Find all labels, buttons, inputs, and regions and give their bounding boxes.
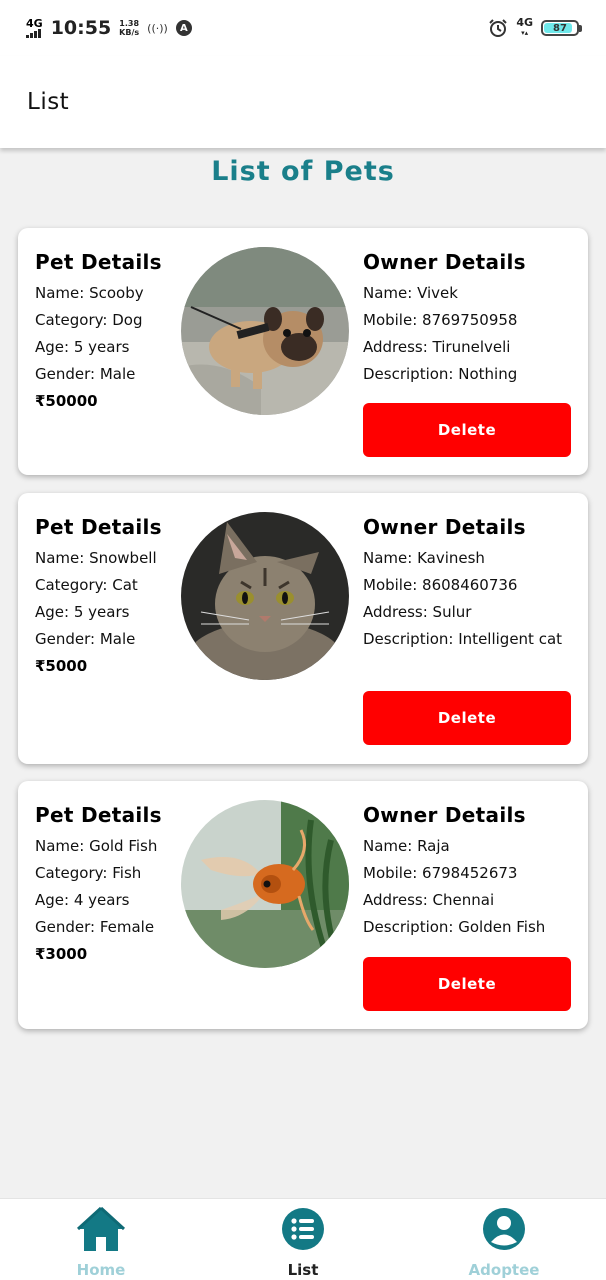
pet-card: Pet Details Name: Scooby Category: Dog A… [18,228,588,475]
network-speed-value: 1.38 [119,19,140,28]
nav-adoptee[interactable]: Adoptee [434,1199,574,1280]
mobile-data-label: 4G [516,16,533,29]
pet-price: ₹3000 [35,945,88,963]
nav-home[interactable]: Home [31,1199,171,1280]
pet-age: Age: 5 years [35,603,130,621]
owner-name: Name: Kavinesh [363,549,485,567]
nav-adoptee-label: Adoptee [468,1261,540,1279]
pet-details: Pet Details Name: Gold Fish Category: Fi… [35,803,185,967]
owner-mobile: Mobile: 8769750958 [363,311,518,329]
network-speed: 1.38 KB/s [119,19,139,37]
pet-name: Name: Snowbell [35,549,157,567]
data-arrows-icon: ▾▴ [521,29,529,37]
owner-name: Name: Raja [363,837,450,855]
nav-list-label: List [287,1261,319,1279]
app-header: List [0,56,606,148]
cat-photo-image [181,512,349,680]
owner-description: Description: Golden Fish [363,918,546,936]
owner-description: Description: Intelligent cat [363,630,563,648]
battery-level: 87 [553,22,567,34]
battery-indicator: 87 [541,20,582,36]
owner-details-heading: Owner Details [363,515,526,539]
pet-details: Pet Details Name: Scooby Category: Dog A… [35,250,185,414]
pet-age: Age: 5 years [35,338,130,356]
delete-button[interactable]: Delete [363,957,571,1011]
pet-details-heading: Pet Details [35,515,162,539]
signal-indicator: 4G [26,16,43,38]
pet-card: Pet Details Name: Gold Fish Category: Fi… [18,781,588,1029]
owner-mobile: Mobile: 8608460736 [363,576,518,594]
pet-category: Category: Cat [35,576,138,594]
cat-photo [181,512,349,680]
owner-details-heading: Owner Details [363,250,526,274]
header-title: List [27,89,70,115]
hotspot-icon: ((·)) [147,21,168,35]
signal-bars-icon [26,28,41,38]
nav-home-label: Home [76,1261,126,1279]
list-icon [278,1204,328,1254]
network-speed-unit: KB/s [119,28,140,37]
owner-details: Owner Details Name: Raja Mobile: 6798452… [363,803,578,941]
pet-gender: Gender: Female [35,918,155,936]
pet-name: Name: Gold Fish [35,837,158,855]
home-icon [76,1204,126,1254]
owner-details: Owner Details Name: Kavinesh Mobile: 860… [363,515,578,651]
fish-photo-image [181,800,349,968]
page-title: List of Pets [211,156,395,187]
nav-list[interactable]: List [233,1199,373,1280]
status-right: 4G ▾▴ 87 [488,16,582,38]
pet-card: Pet Details Name: Snowbell Category: Cat… [18,493,588,764]
pet-age: Age: 4 years [35,891,130,909]
owner-details: Owner Details Name: Vivek Mobile: 876975… [363,250,578,388]
owner-address: Address: Sulur [363,603,472,621]
pet-gender: Gender: Male [35,365,136,383]
bottom-navigation: Home List Adoptee [0,1198,606,1280]
status-left: 4G 10:55 1.38 KB/s ((·)) A [26,17,192,39]
battery-tip [579,24,582,32]
pet-details-heading: Pet Details [35,250,162,274]
owner-address: Address: Tirunelveli [363,338,511,356]
pet-details-heading: Pet Details [35,803,162,827]
pet-category: Category: Dog [35,311,143,329]
delete-button[interactable]: Delete [363,403,571,457]
pet-name: Name: Scooby [35,284,144,302]
alarm-icon [489,19,508,37]
owner-name: Name: Vivek [363,284,458,302]
pet-price: ₹5000 [35,657,88,675]
owner-description: Description: Nothing [363,365,518,383]
owner-mobile: Mobile: 6798452673 [363,864,518,882]
owner-details-heading: Owner Details [363,803,526,827]
delete-button[interactable]: Delete [363,691,571,745]
network-type-label: 4G [26,16,43,30]
status-bar: 4G 10:55 1.38 KB/s ((·)) A 4G ▾▴ 87 [0,0,606,56]
pet-gender: Gender: Male [35,630,136,648]
pet-category: Category: Fish [35,864,142,882]
mobile-data-indicator: 4G ▾▴ [516,16,533,38]
pet-price: ₹50000 [35,392,98,410]
pet-details: Pet Details Name: Snowbell Category: Cat… [35,515,185,679]
app-notification-icon: A [175,20,192,36]
battery-icon: 87 [541,20,579,36]
fish-photo [181,800,349,968]
owner-address: Address: Chennai [363,891,495,909]
dog-photo-image [181,247,349,415]
dog-photo [181,247,349,415]
person-icon [479,1204,529,1254]
clock: 10:55 [50,17,112,39]
